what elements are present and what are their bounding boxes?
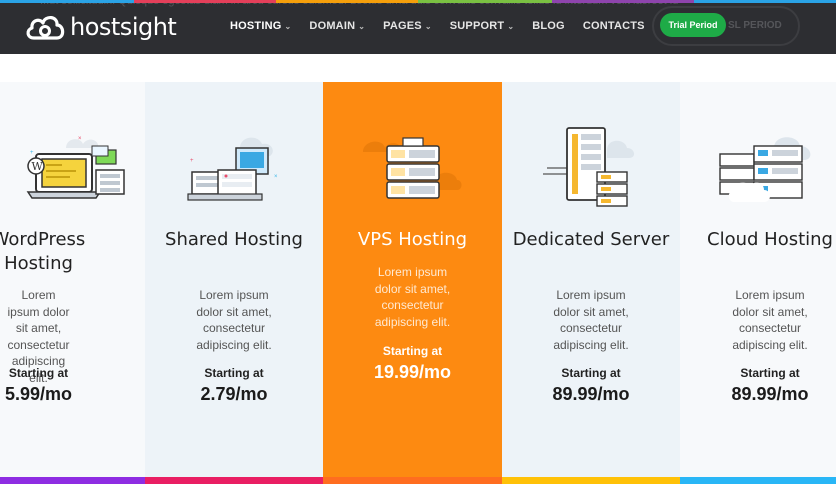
nav-pages[interactable]: PAGES ⌄ (383, 20, 432, 32)
shared-server-illustration-icon: +× (187, 137, 278, 201)
color-strip (0, 0, 836, 3)
plan-card-dedicated[interactable]: Dedicated Server Lorem ipsum dolor sit a… (502, 82, 680, 484)
starting-at-label: Starting at (382, 344, 443, 358)
plan-card-cloud[interactable]: Cloud Hosting Lorem ipsum dolor sit amet… (680, 82, 836, 484)
ghost-button-label: SL PERIOD (728, 20, 782, 31)
nav-label: BLOG (532, 20, 565, 32)
svg-text:+: + (30, 150, 34, 156)
nav-label: SUPPORT (449, 20, 505, 32)
plan-card-shared[interactable]: + × Shared Hosting Lorem ipsum dolor sit … (145, 82, 323, 484)
accent-bar (502, 477, 680, 484)
starting-at-label: Starting at (8, 366, 69, 380)
nav-label: HOSTING (230, 20, 282, 32)
plan-description: Lorem ipsum dolor sit amet, consectetur … (732, 288, 808, 352)
plan-price: 19.99/mo (373, 362, 452, 382)
starting-at-label: Starting at (561, 366, 621, 380)
plan-card-vps[interactable]: VPS Hosting Lorem ipsum dolor sit amet, … (323, 82, 502, 484)
starting-at-label: Starting at (204, 366, 264, 380)
nav-support[interactable]: SUPPORT ⌄ (450, 20, 514, 32)
accent-bar (323, 477, 502, 484)
plan-card-wordpress[interactable]: W × + WordPress Hosting Lorem ipsum dolor… (0, 82, 145, 484)
dedicated-server-illustration-icon (543, 127, 635, 207)
main-menu: HOSTING ⌄ DOMAIN ⌄ PAGES ⌄ SUPPORT ⌄ BLOG CO… (230, 20, 663, 32)
laptop-illustration-icon: W × + (26, 136, 125, 199)
svg-text:+: + (190, 158, 194, 164)
svg-text:W: W (32, 160, 44, 173)
chevron-down-icon: ⌄ (358, 21, 366, 31)
plan-description: Lorem ipsum dolor sit amet, consectetur … (374, 265, 451, 329)
nav-blog[interactable]: BLOG (532, 20, 565, 32)
nav-contacts[interactable]: CONTACTS (583, 20, 645, 32)
brand-logo[interactable]: hostsight (24, 10, 177, 44)
cloud-logo-icon (26, 16, 65, 40)
accent-bar (680, 477, 836, 484)
plan-title: WordPress Hosting (0, 229, 86, 274)
plan-price: 89.99/mo (552, 384, 630, 404)
starting-at-label: Starting at (740, 366, 800, 380)
nav-label: PAGES (383, 20, 422, 32)
brand-name: hostsight (70, 13, 177, 41)
plan-title: Dedicated Server (512, 229, 670, 250)
plan-title: VPS Hosting (357, 229, 468, 250)
plan-price: 89.99/mo (731, 384, 809, 404)
plan-description: Lorem ipsum dolor sit amet, consectetur … (196, 288, 272, 352)
chevron-down-icon: ⌄ (284, 21, 292, 31)
accent-bar (0, 477, 145, 484)
chevron-down-icon: ⌄ (424, 21, 432, 31)
plan-description: Lorem ipsum dolor sit amet, consectetur … (553, 288, 629, 352)
trial-period-button[interactable]: Trial Period (660, 13, 726, 37)
nav-label: DOMAIN (309, 20, 356, 32)
plan-title: Shared Hosting (165, 229, 303, 250)
vps-server-illustration-icon (362, 137, 461, 199)
nav-hosting[interactable]: HOSTING ⌄ (230, 20, 291, 32)
plan-price: 2.79/mo (200, 384, 268, 404)
svg-text:×: × (78, 136, 82, 142)
chevron-down-icon: ⌄ (507, 21, 515, 31)
svg-text:×: × (274, 174, 278, 180)
plan-title: Cloud Hosting (707, 229, 833, 250)
accent-bar (145, 477, 323, 484)
cloud-server-illustration-icon (719, 137, 811, 202)
nav-domain[interactable]: DOMAIN ⌄ (309, 20, 365, 32)
plan-price: 5.99/mo (4, 384, 73, 404)
nav-label: CONTACTS (582, 20, 645, 32)
hosting-plans: W × + WordPress Hosting Lorem ipsum dolor… (0, 82, 836, 484)
top-nav-bar: ...ut sollicitudin. Quisque egestas diam… (0, 0, 836, 54)
